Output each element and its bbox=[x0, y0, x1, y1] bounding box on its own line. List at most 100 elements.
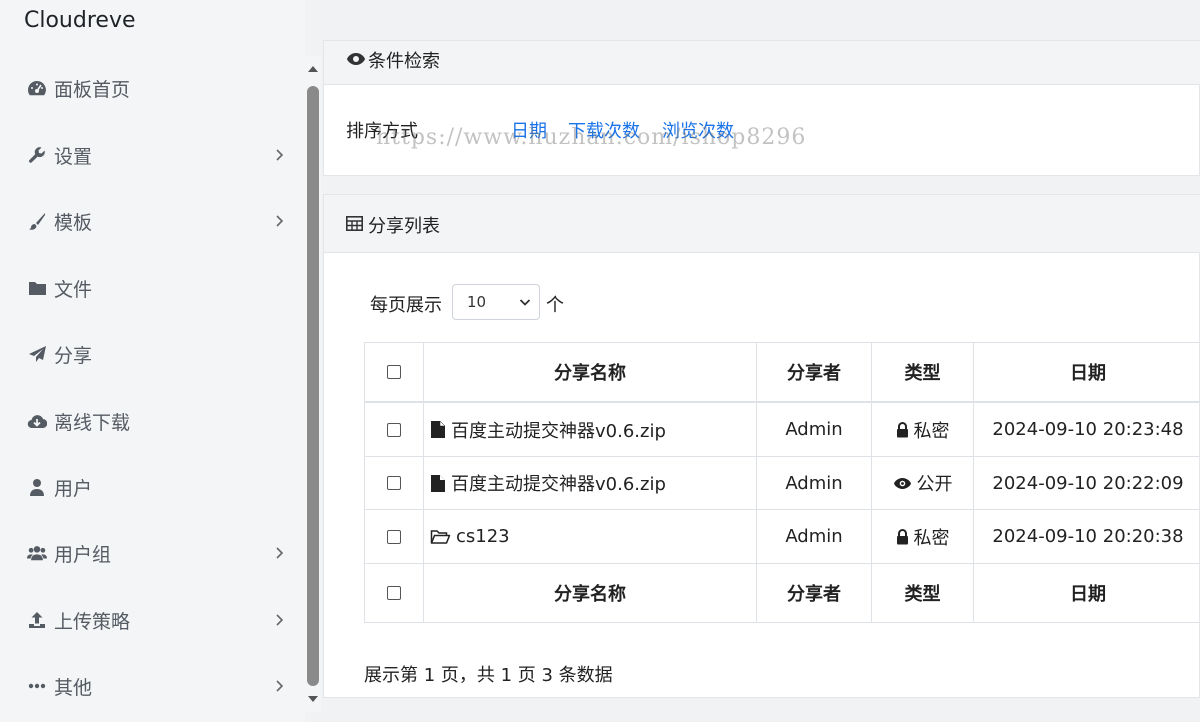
folder-icon bbox=[27, 278, 47, 298]
share-name-cell[interactable]: cs123 bbox=[424, 510, 757, 563]
share-type: 私密 bbox=[913, 420, 950, 442]
sidebar-item-label: 其他 bbox=[54, 676, 93, 699]
sidebar-item-label: 设置 bbox=[54, 145, 93, 168]
ellipsis-icon bbox=[27, 676, 47, 696]
sidebar-item-offline-download[interactable]: 离线下载 bbox=[0, 396, 300, 446]
share-type: 公开 bbox=[916, 474, 953, 495]
sidebar-item-label: 用户组 bbox=[54, 543, 112, 566]
filter-card-header: 条件检索 bbox=[324, 41, 1200, 85]
sort-label: 排序方式 bbox=[346, 121, 418, 142]
footer-header-share-name: 分享名称 bbox=[424, 564, 757, 622]
scroll-down-arrow-icon[interactable] bbox=[308, 696, 318, 702]
share-name[interactable]: cs123 bbox=[456, 526, 510, 547]
share-name[interactable]: 百度主动提交神器v0.6.zip bbox=[451, 417, 666, 443]
share-table: 分享名称 分享者 类型 日期 百度主动提交神器v0.6.zip Admin 私密… bbox=[364, 342, 1200, 623]
upload-icon bbox=[27, 610, 47, 630]
scroll-up-arrow-icon[interactable] bbox=[308, 66, 318, 72]
chevron-right-icon bbox=[276, 215, 284, 227]
select-all-cell bbox=[365, 343, 424, 401]
table-row: 百度主动提交神器v0.6.zip Admin 私密 2024-09-10 20:… bbox=[365, 403, 1200, 457]
table-header-row: 分享名称 分享者 类型 日期 bbox=[365, 343, 1200, 403]
per-page-label: 每页展示 bbox=[370, 295, 442, 316]
scrollbar-thumb[interactable] bbox=[307, 86, 319, 686]
select-all-checkbox[interactable] bbox=[387, 365, 401, 379]
row-checkbox[interactable] bbox=[387, 476, 401, 490]
table-row: cs123 Admin 私密 2024-09-10 20:20:38 bbox=[365, 510, 1200, 564]
sidebar-item-label: 面板首页 bbox=[54, 78, 131, 101]
share-name-cell[interactable]: 百度主动提交神器v0.6.zip bbox=[424, 457, 757, 509]
per-page-unit: 个 bbox=[546, 295, 564, 316]
share-name-cell[interactable]: 百度主动提交神器v0.6.zip bbox=[424, 403, 757, 456]
share-list-card: 分享列表 每页展示 10 个 分享名称 分享者 类型 日期 百度主动提交神器v0… bbox=[323, 194, 1200, 698]
file-icon bbox=[430, 474, 446, 493]
row-checkbox[interactable] bbox=[387, 422, 401, 437]
brand-logo[interactable]: Cloudreve bbox=[24, 8, 136, 33]
users-icon bbox=[27, 543, 47, 563]
chevron-right-icon bbox=[276, 149, 284, 161]
eye-icon bbox=[346, 51, 366, 70]
user-icon bbox=[27, 477, 47, 497]
share-type-cell: 公开 bbox=[872, 457, 974, 509]
sidebar-item-share[interactable]: 分享 bbox=[0, 329, 300, 379]
eye-icon bbox=[893, 477, 912, 490]
footer-select-all-checkbox[interactable] bbox=[387, 586, 401, 600]
sidebar-scrollbar[interactable] bbox=[305, 56, 321, 712]
column-header-owner[interactable]: 分享者 bbox=[757, 343, 872, 401]
per-page-select[interactable]: 10 bbox=[452, 284, 540, 320]
sidebar-item-settings[interactable]: 设置 bbox=[0, 130, 300, 180]
filter-card: 条件检索 排序方式 日期 下载次数 浏览次数 https://www.huzha… bbox=[323, 40, 1200, 176]
row-checkbox[interactable] bbox=[387, 529, 401, 544]
sidebar-item-users[interactable]: 用户 bbox=[0, 462, 300, 512]
pagination-info: 展示第 1 页，共 1 页 3 条数据 bbox=[364, 665, 613, 686]
sort-by-views-link[interactable]: 浏览次数 bbox=[662, 117, 734, 143]
share-list-card-header: 分享列表 bbox=[324, 195, 1200, 253]
chevron-right-icon bbox=[276, 680, 284, 692]
sidebar: Cloudreve 面板首页 设置 模板 文件 分享 离线下载 用户 用户组 上… bbox=[0, 0, 305, 722]
table-row: 百度主动提交神器v0.6.zip Admin 公开 2024-09-10 20:… bbox=[365, 457, 1200, 510]
footer-select-cell bbox=[365, 564, 424, 622]
sidebar-item-label: 分享 bbox=[54, 344, 93, 367]
column-header-type[interactable]: 类型 bbox=[872, 343, 974, 401]
share-date: 2024-09-10 20:22:09 bbox=[992, 472, 1184, 494]
lock-icon bbox=[896, 528, 909, 545]
sidebar-item-label: 用户 bbox=[54, 477, 93, 500]
table-icon bbox=[346, 216, 363, 235]
sidebar-item-dashboard[interactable]: 面板首页 bbox=[0, 63, 300, 113]
chevron-right-icon bbox=[276, 547, 284, 559]
share-name[interactable]: 百度主动提交神器v0.6.zip bbox=[451, 470, 666, 496]
sidebar-item-files[interactable]: 文件 bbox=[0, 263, 300, 313]
sidebar-item-label: 上传策略 bbox=[54, 610, 131, 633]
row-select-cell bbox=[365, 403, 424, 456]
share-owner: Admin bbox=[757, 403, 872, 456]
footer-header-type: 类型 bbox=[872, 564, 974, 622]
cloud-download-icon bbox=[27, 411, 47, 431]
sidebar-item-label: 文件 bbox=[54, 278, 93, 301]
row-select-cell bbox=[365, 510, 424, 563]
column-header-date[interactable]: 日期 bbox=[974, 343, 1200, 401]
share-date: 2024-09-10 20:23:48 bbox=[992, 419, 1184, 440]
sidebar-item-user-groups[interactable]: 用户组 bbox=[0, 528, 300, 578]
chevron-down-icon bbox=[519, 299, 531, 306]
sort-by-downloads-link[interactable]: 下载次数 bbox=[568, 117, 640, 143]
footer-header-date: 日期 bbox=[1070, 584, 1106, 605]
per-page-value: 10 bbox=[467, 293, 487, 311]
share-date: 2024-09-10 20:20:38 bbox=[992, 526, 1184, 547]
share-owner: Admin bbox=[757, 457, 872, 509]
row-select-cell bbox=[365, 457, 424, 509]
paintbrush-icon bbox=[27, 211, 47, 231]
share-list-title: 分享列表 bbox=[368, 216, 440, 237]
sidebar-item-template[interactable]: 模板 bbox=[0, 196, 300, 246]
sidebar-item-upload-policy[interactable]: 上传策略 bbox=[0, 595, 300, 645]
folder-open-icon bbox=[430, 529, 451, 545]
share-owner: Admin bbox=[757, 510, 872, 563]
column-header-share-name[interactable]: 分享名称 bbox=[424, 343, 757, 401]
share-type-cell: 私密 bbox=[872, 510, 974, 563]
sidebar-item-other[interactable]: 其他 bbox=[0, 661, 300, 711]
file-icon bbox=[430, 420, 446, 439]
sidebar-item-label: 模板 bbox=[54, 211, 93, 234]
share-type-cell: 私密 bbox=[872, 403, 974, 456]
main-content: 条件检索 排序方式 日期 下载次数 浏览次数 https://www.huzha… bbox=[323, 40, 1200, 722]
chevron-right-icon bbox=[276, 614, 284, 626]
sort-by-date-link[interactable]: 日期 bbox=[511, 117, 547, 143]
filter-card-title: 条件检索 bbox=[368, 51, 440, 72]
